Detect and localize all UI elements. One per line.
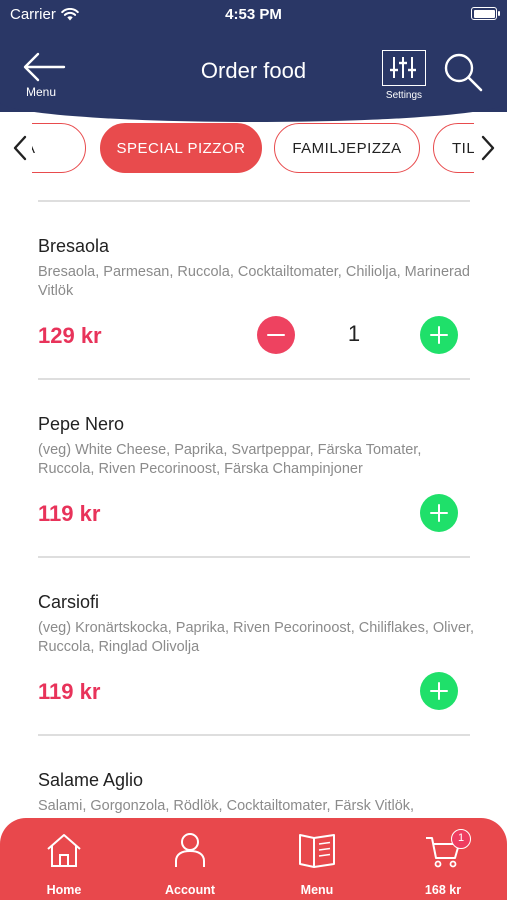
- search-icon: [444, 53, 483, 92]
- tab-special-pizzor[interactable]: SPECIAL PIZZOR: [100, 123, 262, 173]
- chevron-left-icon: [13, 135, 27, 161]
- nav-menu-label: Menu: [300, 883, 334, 897]
- item-description: (veg) Kronärtskocka, Paprika, Riven Peco…: [38, 620, 474, 655]
- tab-tillbehor[interactable]: TILLBEHÖR: [433, 123, 474, 173]
- nav-home[interactable]: Home: [19, 832, 109, 898]
- status-bar: Carrier 4:53 PM: [0, 0, 507, 30]
- page-title: Order food: [200, 58, 307, 83]
- nav-account-label: Account: [165, 883, 215, 897]
- category-tabs: PIZZA SPECIAL PIZZOR FAMILJEPIZZA TILLBE…: [0, 120, 507, 176]
- add-to-cart-button[interactable]: [420, 672, 458, 710]
- item-description: (veg) White Cheese, Paprika, Svartpeppar…: [38, 442, 422, 477]
- item-description: Bresaola, Parmesan, Ruccola, Cocktailtom…: [38, 264, 470, 299]
- cart-total-label: 168 kr: [424, 883, 462, 897]
- home-icon: [47, 834, 81, 867]
- item-name: Carsiofi: [38, 592, 100, 612]
- tabs-scroller[interactable]: PIZZA SPECIAL PIZZOR FAMILJEPIZZA TILLBE…: [32, 120, 474, 176]
- chevron-right-icon: [481, 135, 495, 161]
- decrease-quantity-button[interactable]: [257, 316, 295, 354]
- menu-item-carsiofi[interactable]: Carsiofi (veg) Kronärtskocka, Paprika, R…: [38, 558, 474, 734]
- search-button[interactable]: [442, 52, 486, 96]
- battery-icon: [471, 7, 500, 20]
- item-name: Salame Aglio: [38, 770, 144, 790]
- settings-button[interactable]: Settings: [380, 48, 428, 104]
- app-header: Carrier 4:53 PM Menu Order food Settings: [0, 0, 507, 122]
- item-price: 129 kr: [38, 323, 102, 348]
- settings-label: Settings: [385, 90, 423, 101]
- tab-pizza[interactable]: PIZZA: [32, 123, 86, 173]
- book-menu-icon: [299, 834, 335, 868]
- menu-item-pepe-nero[interactable]: Pepe Nero (veg) White Cheese, Paprika, S…: [38, 380, 470, 556]
- nav-cart[interactable]: 1 168 kr: [398, 829, 488, 898]
- item-description: Salami, Gorgonzola, Rödlök, Cocktailtoma…: [38, 798, 415, 814]
- item-price: 119 kr: [38, 679, 101, 704]
- tabs-scroll-left[interactable]: [12, 134, 28, 162]
- bottom-navigation: Home Account Menu 1 168 kr: [0, 818, 507, 900]
- add-to-cart-button[interactable]: [420, 494, 458, 532]
- item-price: 119 kr: [38, 501, 101, 526]
- tabs-scroll-right[interactable]: [480, 134, 496, 162]
- tab-familjepizza[interactable]: FAMILJEPIZZA: [274, 123, 420, 173]
- back-label: Menu: [26, 85, 57, 99]
- sliders-icon: [382, 50, 426, 86]
- add-to-cart-button[interactable]: [420, 316, 458, 354]
- item-name: Pepe Nero: [38, 414, 125, 434]
- user-icon: [175, 833, 205, 867]
- menu-item-bresaola[interactable]: Bresaola Bresaola, Parmesan, Ruccola, Co…: [38, 202, 470, 378]
- menu-item-list: Bresaola Bresaola, Parmesan, Ruccola, Co…: [38, 200, 474, 900]
- item-name: Bresaola: [38, 236, 110, 256]
- nav-home-label: Home: [46, 883, 82, 897]
- cart-count-badge: 1: [451, 829, 471, 849]
- nav-account[interactable]: Account: [145, 832, 235, 898]
- nav-menu[interactable]: Menu: [272, 832, 362, 898]
- item-quantity: 1: [347, 321, 361, 346]
- clock: 4:53 PM: [225, 6, 282, 23]
